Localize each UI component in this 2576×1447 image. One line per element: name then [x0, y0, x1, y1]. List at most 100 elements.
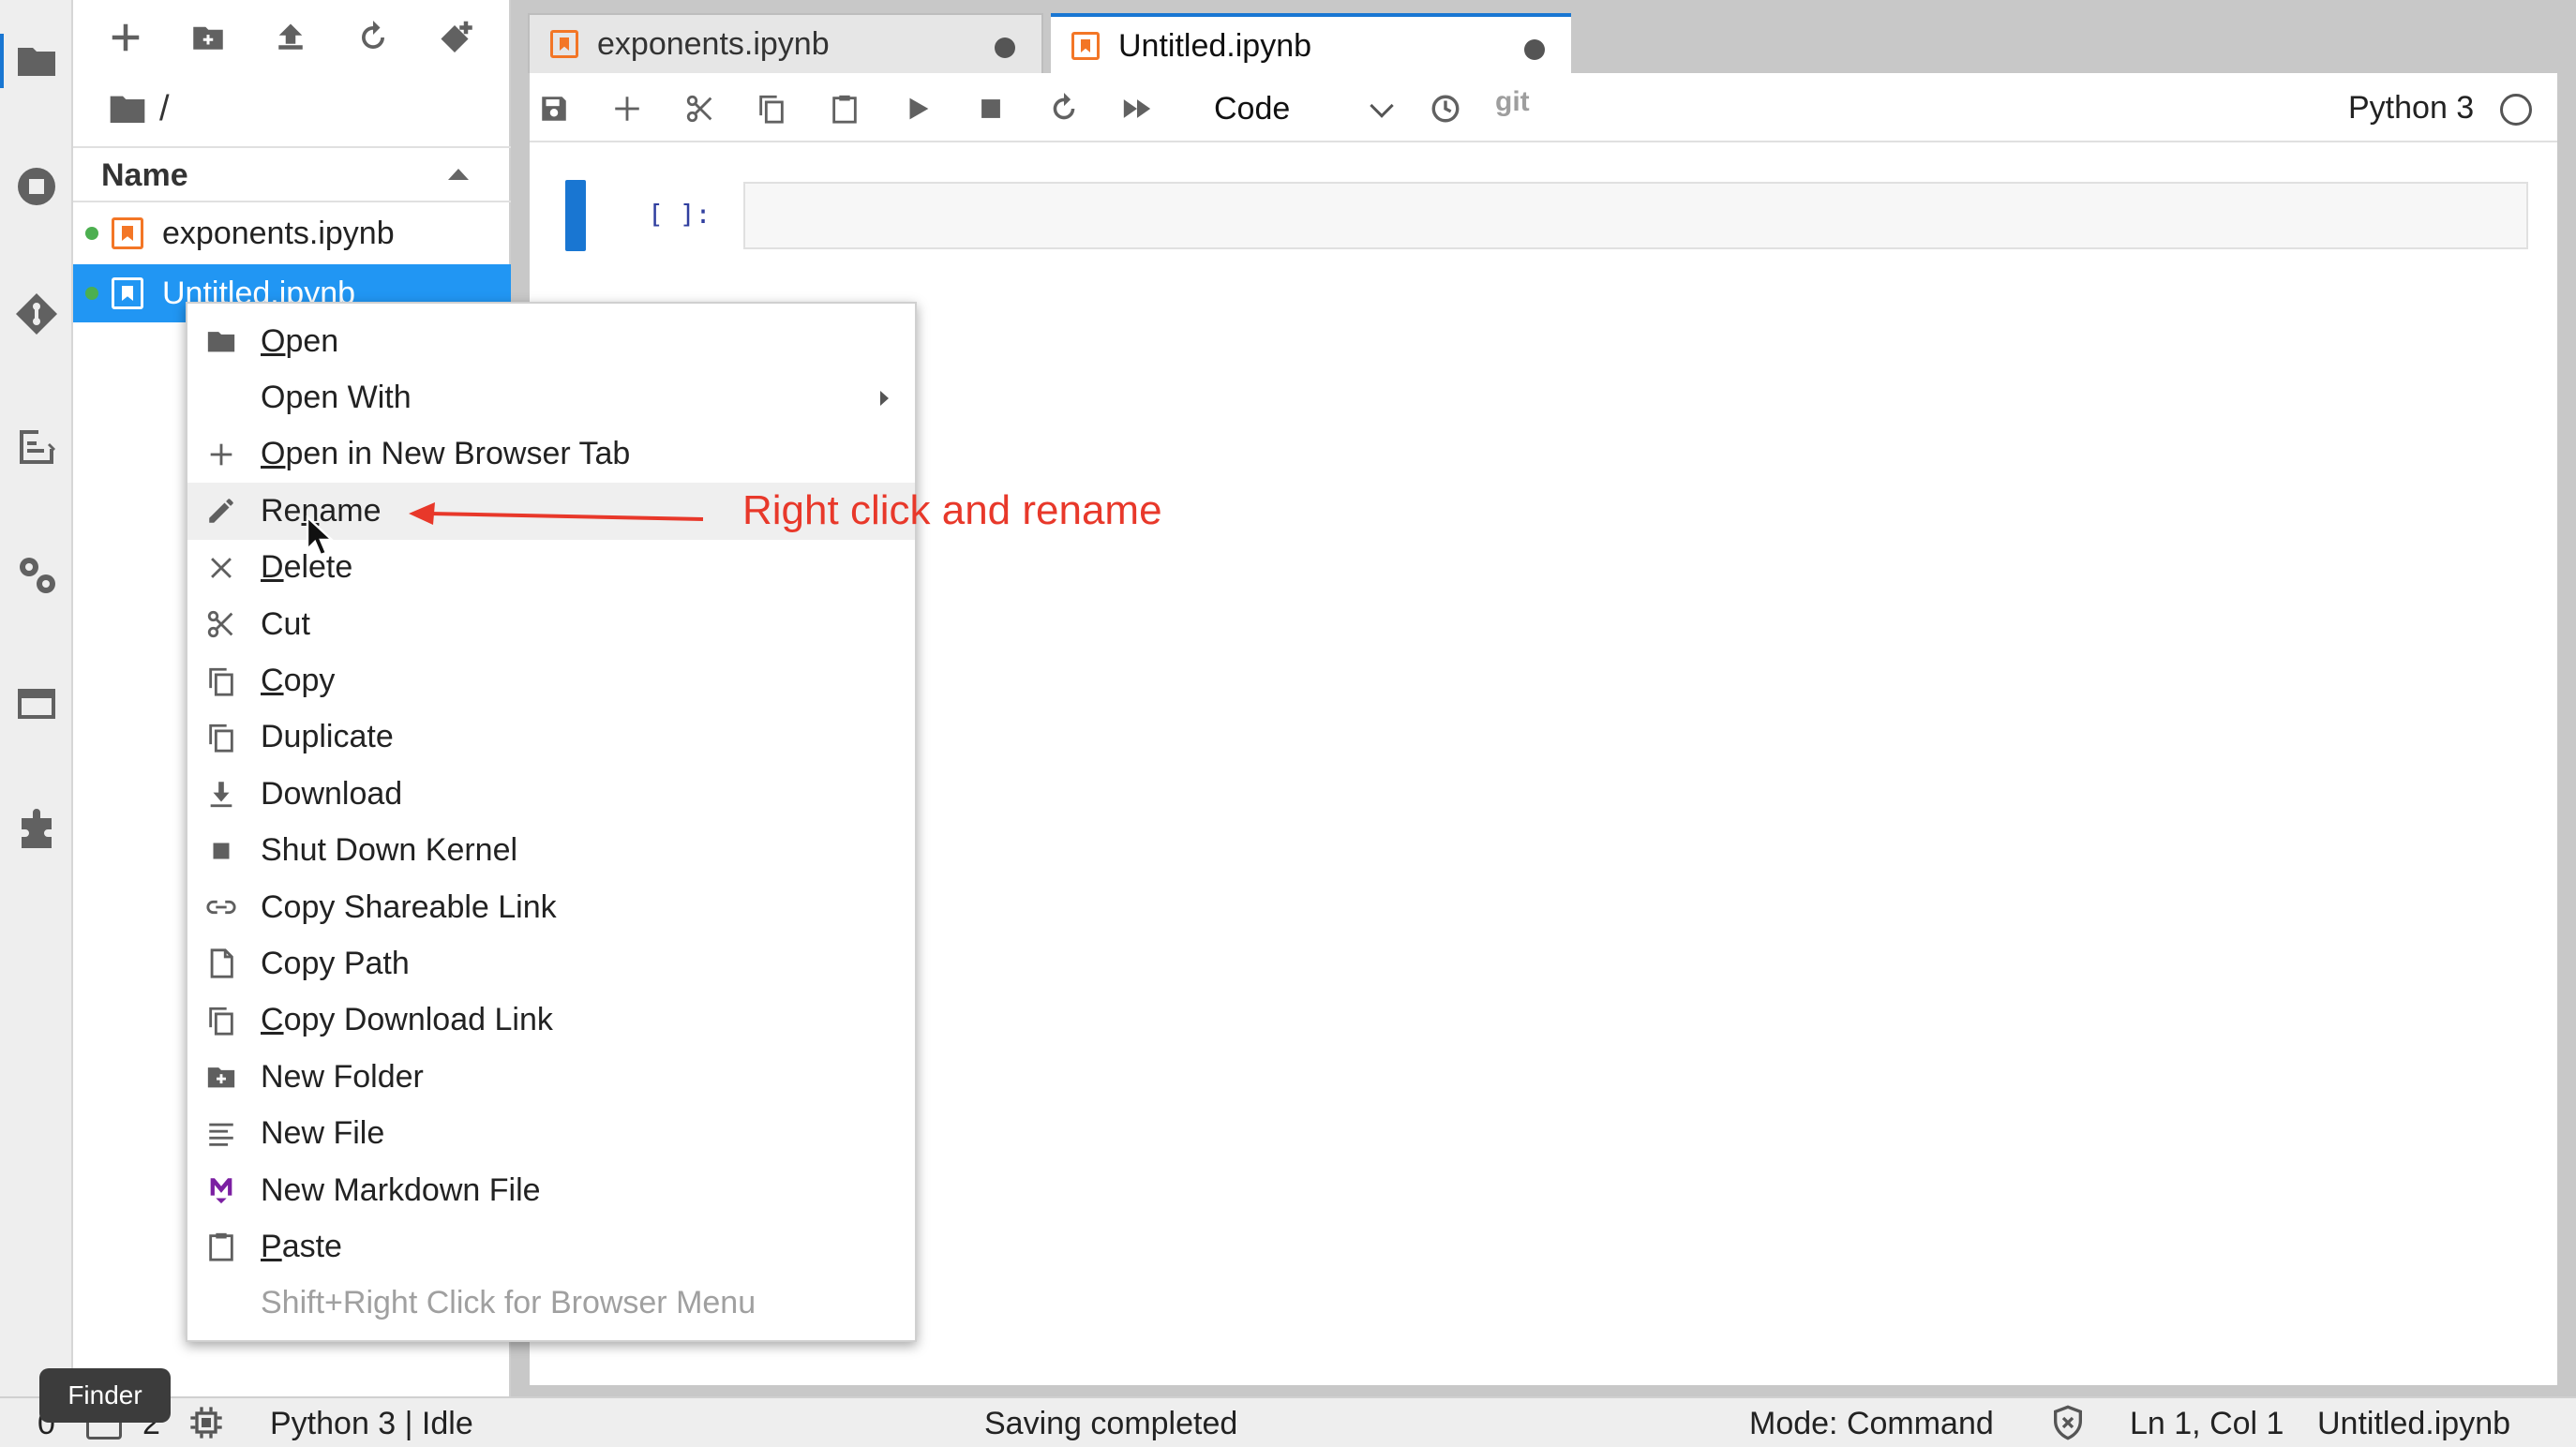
edit-icon [202, 492, 240, 530]
annotation-arrow-icon [409, 502, 704, 525]
menu-item-open-with[interactable]: Open With [187, 369, 915, 425]
tabs-icon[interactable] [9, 677, 64, 731]
refresh-icon[interactable] [351, 15, 396, 60]
file-list-header[interactable]: Name [73, 146, 511, 202]
unsaved-indicator-icon[interactable] [1524, 39, 1545, 60]
cut-icon [202, 605, 240, 643]
file-name: exponents.ipynb [162, 215, 395, 251]
interrupt-icon[interactable] [970, 88, 1011, 129]
annotation-text: Right click and rename [742, 487, 1162, 533]
menu-item-label: Copy Path [261, 945, 410, 981]
cell-type-value: Code [1214, 90, 1291, 127]
clock-icon[interactable] [1425, 88, 1466, 129]
name-column-header[interactable]: Name [101, 157, 188, 194]
active-cell-indicator [565, 180, 586, 251]
cell-type-dropdown[interactable]: Code [1214, 88, 1401, 129]
notebook-toolbar: Code git Python 3 [530, 73, 2557, 142]
property-inspector-icon[interactable] [9, 418, 64, 472]
menu-item-copy-download-link[interactable]: Copy Download Link [187, 992, 915, 1049]
menu-item-label: Cut [261, 605, 310, 642]
text-file-icon [202, 1115, 240, 1153]
notebook-icon [550, 30, 578, 58]
folder-icon [202, 322, 240, 360]
trust-shield-icon[interactable] [2049, 1404, 2087, 1447]
running-indicator [85, 227, 98, 240]
copy-icon[interactable] [751, 88, 792, 129]
chevron-down-icon [1370, 94, 1394, 118]
finder-tooltip: Finder [39, 1368, 171, 1423]
menu-item-label: Copy Download Link [261, 1002, 553, 1038]
restart-icon[interactable] [1043, 88, 1085, 129]
paste-icon [202, 1228, 240, 1265]
menu-item-duplicate[interactable]: Duplicate [187, 709, 915, 766]
menu-item-label: Copy Shareable Link [261, 888, 557, 925]
notebook-icon [1071, 32, 1100, 60]
save-icon[interactable] [533, 88, 575, 129]
tab-untitled[interactable]: Untitled.ipynb [1051, 13, 1571, 75]
add-icon [202, 436, 240, 473]
context-menu: Open Open With Open in New Browser Tab R… [186, 302, 917, 1342]
menu-item-new-file[interactable]: New File [187, 1105, 915, 1161]
kernel-name[interactable]: Python 3 [2348, 90, 2474, 127]
extension-icon[interactable] [9, 804, 64, 858]
file-icon [202, 945, 240, 982]
menu-item-open-new-tab[interactable]: Open in New Browser Tab [187, 426, 915, 483]
mode-indicator: Mode: Command [1749, 1406, 1994, 1441]
menu-item-download[interactable]: Download [187, 766, 915, 822]
menu-item-label: Open in New Browser Tab [261, 436, 631, 472]
folder-icon[interactable] [0, 34, 64, 88]
kernel-status-icon [2500, 94, 2532, 126]
copy-icon [202, 1002, 240, 1039]
unsaved-indicator-icon[interactable] [995, 37, 1015, 58]
menu-item-copy-path[interactable]: Copy Path [187, 935, 915, 992]
menu-item-label: Download [261, 775, 403, 812]
active-file-name: Untitled.ipynb [2317, 1406, 2511, 1441]
menu-item-new-markdown-file[interactable]: New Markdown File [187, 1162, 915, 1218]
kernel-state[interactable]: Python 3 | Idle [270, 1406, 473, 1442]
menu-item-new-folder[interactable]: New Folder [187, 1049, 915, 1105]
cut-icon[interactable] [680, 88, 721, 129]
run-icon[interactable] [897, 88, 938, 129]
git-diff-button[interactable]: git [1495, 86, 1530, 118]
menu-item-label: Duplicate [261, 719, 394, 755]
menu-item-label: New Folder [261, 1058, 424, 1095]
code-cell-input[interactable] [743, 182, 2528, 249]
notebook-icon [112, 277, 143, 309]
status-bar: 0 2 Python 3 | Idle Saving completed Mod… [0, 1396, 2576, 1447]
menu-item-open[interactable]: Open [187, 313, 915, 369]
upload-icon[interactable] [268, 15, 313, 60]
tab-bar: exponents.ipynb Untitled.ipynb [511, 0, 2576, 75]
menu-item-cut[interactable]: Cut [187, 596, 915, 652]
breadcrumb-root[interactable]: / [159, 89, 170, 129]
git-icon[interactable] [9, 287, 64, 341]
menu-item-label: Paste [261, 1228, 342, 1264]
menu-item-delete[interactable]: Delete [187, 540, 915, 596]
markdown-icon [202, 1171, 240, 1209]
caret-right-icon [880, 390, 889, 406]
menu-item-copy[interactable]: Copy [187, 652, 915, 709]
activity-bar [0, 0, 73, 1396]
menu-item-label: Shift+Right Click for Browser Menu [261, 1285, 756, 1321]
gears-icon[interactable] [9, 547, 64, 602]
menu-item-copy-shareable-link[interactable]: Copy Shareable Link [187, 879, 915, 935]
breadcrumb: / [109, 86, 170, 131]
folder-icon[interactable] [109, 93, 146, 125]
insert-cell-icon[interactable] [607, 88, 648, 129]
new-folder-icon[interactable] [186, 15, 231, 60]
new-launcher-icon[interactable] [103, 15, 148, 60]
running-icon[interactable] [9, 159, 64, 214]
menu-item-paste[interactable]: Paste [187, 1218, 915, 1275]
cursor-position[interactable]: Ln 1, Col 1 [2130, 1406, 2284, 1442]
menu-item-label: Open With [261, 380, 412, 416]
cell-prompt: [ ]: [648, 199, 711, 230]
kernel-chip-icon[interactable] [187, 1404, 225, 1447]
menu-item-shut-down-kernel[interactable]: Shut Down Kernel [187, 823, 915, 879]
file-browser-toolbar [73, 0, 511, 75]
tab-exponents[interactable]: exponents.ipynb [528, 13, 1043, 73]
menu-item-label: Copy [261, 663, 336, 699]
git-clone-icon[interactable] [435, 15, 480, 60]
file-list-item[interactable]: exponents.ipynb [73, 204, 511, 262]
paste-icon[interactable] [824, 88, 865, 129]
run-all-icon[interactable] [1116, 88, 1158, 129]
menu-item-browser-menu-hint: Shift+Right Click for Browser Menu [187, 1275, 915, 1332]
